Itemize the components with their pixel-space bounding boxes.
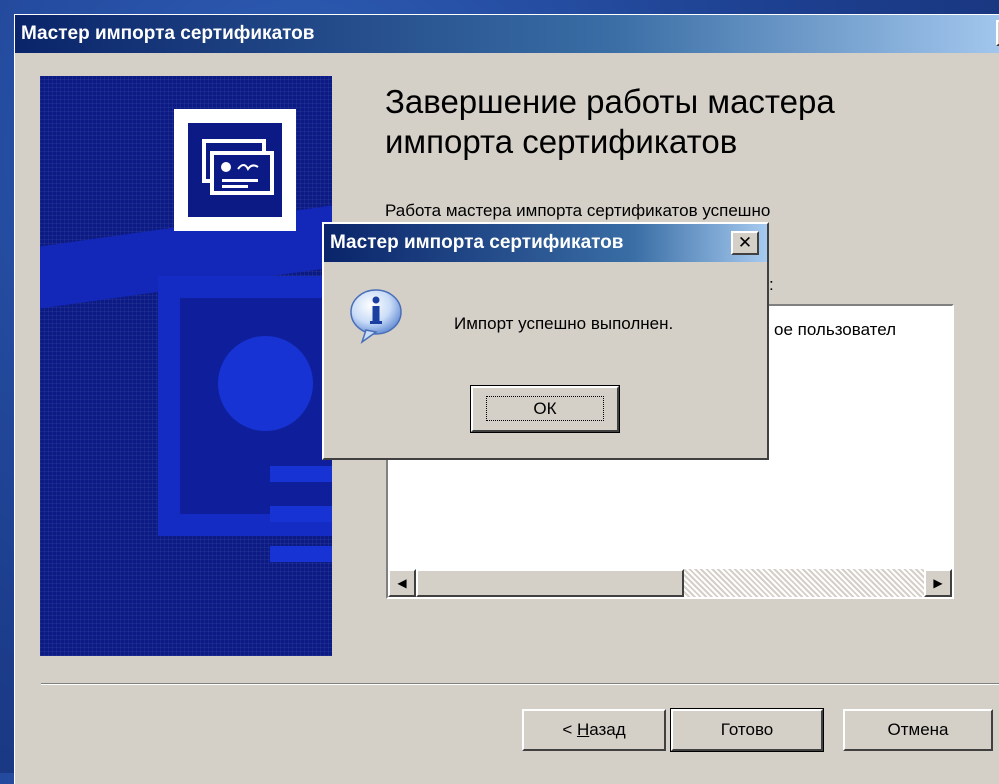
banner-line-graphic	[270, 506, 332, 522]
ok-button-label: ОК	[486, 396, 604, 421]
finish-button[interactable]: Готово	[670, 708, 824, 752]
cancel-button[interactable]: Отмена	[843, 709, 993, 751]
message-box-titlebar[interactable]: Мастер импорта сертификатов ✕	[324, 224, 767, 262]
scroll-left-button[interactable]: ◀	[388, 569, 416, 597]
message-box: Мастер импорта сертификатов ✕ Импорт усп…	[322, 222, 769, 460]
wizard-title: Мастер импорта сертификатов	[21, 23, 315, 44]
wizard-titlebar[interactable]: Мастер импорта сертификатов ✕	[15, 15, 999, 53]
banner-line-graphic	[270, 546, 332, 562]
settings-label-fragment: :	[769, 275, 774, 294]
ok-button[interactable]: ОК	[470, 385, 620, 433]
banner-line-graphic	[270, 466, 332, 482]
message-text: Импорт успешно выполнен.	[454, 314, 674, 333]
message-box-title: Мастер импорта сертификатов	[330, 232, 624, 253]
button-separator	[41, 683, 999, 685]
certificate-icon	[174, 109, 296, 231]
scroll-thumb[interactable]	[416, 569, 684, 597]
list-item: ое пользовател	[774, 320, 897, 339]
scroll-right-button[interactable]: ▶	[924, 569, 952, 597]
banner-seal-graphic	[218, 336, 313, 431]
back-button[interactable]: < Назад	[522, 709, 666, 751]
horizontal-scrollbar[interactable]: ◀ ▶	[388, 569, 952, 597]
wizard-banner	[40, 76, 332, 656]
wizard-description: Работа мастера импорта сертификатов успе…	[385, 201, 771, 220]
wizard-heading: Завершение работы мастера импорта сертиф…	[385, 83, 835, 160]
info-icon	[346, 286, 406, 346]
message-box-close-button[interactable]: ✕	[731, 231, 759, 255]
